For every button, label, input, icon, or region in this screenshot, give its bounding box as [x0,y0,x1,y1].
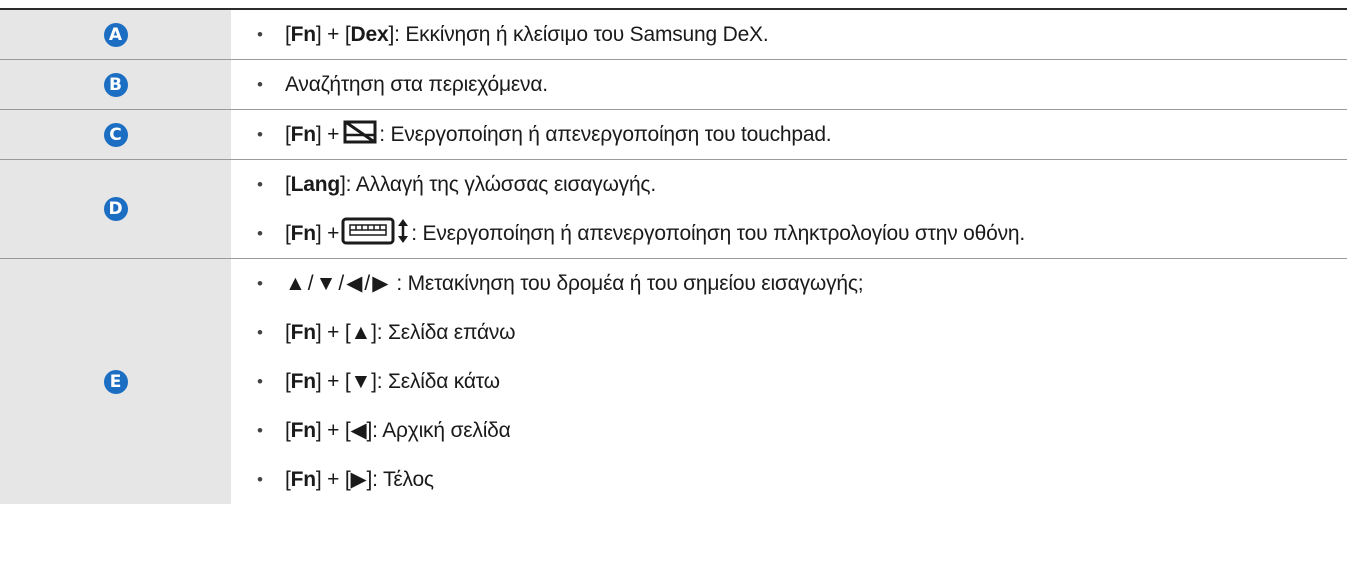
key-label: Lang [290,172,341,196]
arrow-left-icon: ◀ [350,419,367,442]
list-item: • ▲/▼/◀/▶: Μετακίνηση του δρομέα ή του σ… [257,259,1347,308]
list-item: • [Fn] + [▼]: Σελίδα κάτω [257,369,500,393]
callout-badge-a: A [103,22,128,47]
callout-badge-b: B [103,72,128,97]
key-label: Fn [290,320,316,344]
key-cell-a: A [0,10,231,59]
item-description: : Μετακίνηση του δρομέα ή του σημείου ει… [396,271,864,295]
key-label: Fn [290,122,316,146]
arrow-down-icon: ▼ [350,369,372,393]
list-item: • [Lang]: Αλλαγή της γλώσσας εισαγωγής. [257,172,656,196]
arrow-keys-icon: ▲/▼/◀/▶ [285,272,391,295]
list-item: • [Fn] + : Ενεργοποίηση ή απενεργοποίηση… [257,110,1347,159]
list-item: • Αναζήτηση στα περιεχόμενα. [257,60,1347,109]
key-cell-c: C [0,110,231,159]
key-label: Fn [290,467,316,491]
keyboard-toggle-icon [341,217,409,251]
table-row-c: C • [Fn] + : Ενεργοποίηση ή απενεργοποίη… [0,110,1347,160]
item-description: ]: Αρχική σελίδα [366,418,511,442]
item-description: : Ενεργοποίηση ή απενεργοποίηση του πληκ… [411,221,1026,245]
key-cell-e: E [0,259,231,504]
keyboard-shortcut-table: A • [Fn] + [Dex]: Εκκίνηση ή κλείσιμο το… [0,8,1347,504]
bullet: • [257,223,263,243]
bullet: • [257,322,263,342]
list-item: • [Fn] + [Dex]: Εκκίνηση ή κλείσιμο του … [257,22,769,46]
bullet: • [257,174,263,194]
item-description: ]: Σελίδα επάνω [371,320,516,344]
callout-badge-d: D [103,197,128,221]
key-cell-d: D [0,160,231,258]
table-row-a: A • [Fn] + [Dex]: Εκκίνηση ή κλείσιμο το… [0,10,1347,60]
arrow-up-icon: ▲ [350,320,372,344]
desc-cell-e: • ▲/▼/◀/▶: Μετακίνηση του δρομέα ή του σ… [231,259,1347,504]
list-item: • [Fn] + : Ενεργοποίηση ή απενεργοποίηση… [257,209,1347,258]
desc-cell-b: • Αναζήτηση στα περιεχόμενα. [231,60,1347,109]
bullet: • [257,24,263,44]
bullet: • [257,371,263,391]
list-item: • [Fn] + [▶]: Τέλος [257,467,434,492]
item-description: : Ενεργοποίηση ή απενεργοποίηση του touc… [379,122,832,146]
table-row-b: B • Αναζήτηση στα περιεχόμενα. [0,60,1347,110]
desc-cell-c: • [Fn] + : Ενεργοποίηση ή απενεργοποίηση… [231,110,1347,159]
bullet: • [257,420,263,440]
bullet: • [257,273,263,293]
key-label: Fn [290,221,316,245]
key-label: Fn [290,22,316,46]
callout-badge-c: C [103,122,128,147]
item-description: ]: Τέλος [366,467,434,491]
bullet: • [257,124,263,144]
desc-cell-d: • [Lang]: Αλλαγή της γλώσσας εισαγωγής. … [231,160,1347,258]
bullet: • [257,469,263,489]
touchpad-off-icon [343,120,377,150]
key-label: Fn [290,418,316,442]
key-label: Fn [290,369,316,393]
table-row-e: E • ▲/▼/◀/▶: Μετακίνηση του δρομέα ή του… [0,259,1347,504]
item-description: Αναζήτηση στα περιεχόμενα. [285,72,548,96]
callout-badge-e: E [103,369,128,394]
table-row-d: D • [Lang]: Αλλαγή της γλώσσας εισαγωγής… [0,160,1347,259]
bullet: • [257,74,263,94]
desc-cell-a: • [Fn] + [Dex]: Εκκίνηση ή κλείσιμο του … [231,10,1347,59]
list-item: • [Fn] + [◀]: Αρχική σελίδα [257,418,511,443]
item-description: ]: Εκκίνηση ή κλείσιμο του Samsung DeX. [388,22,769,46]
item-description: ]: Σελίδα κάτω [371,369,500,393]
arrow-right-icon: ▶ [350,468,367,491]
item-description: ]: Αλλαγή της γλώσσας εισαγωγής. [340,172,656,196]
list-item: • [Fn] + [▲]: Σελίδα επάνω [257,320,516,344]
key-label: Dex [350,22,389,46]
key-cell-b: B [0,60,231,109]
